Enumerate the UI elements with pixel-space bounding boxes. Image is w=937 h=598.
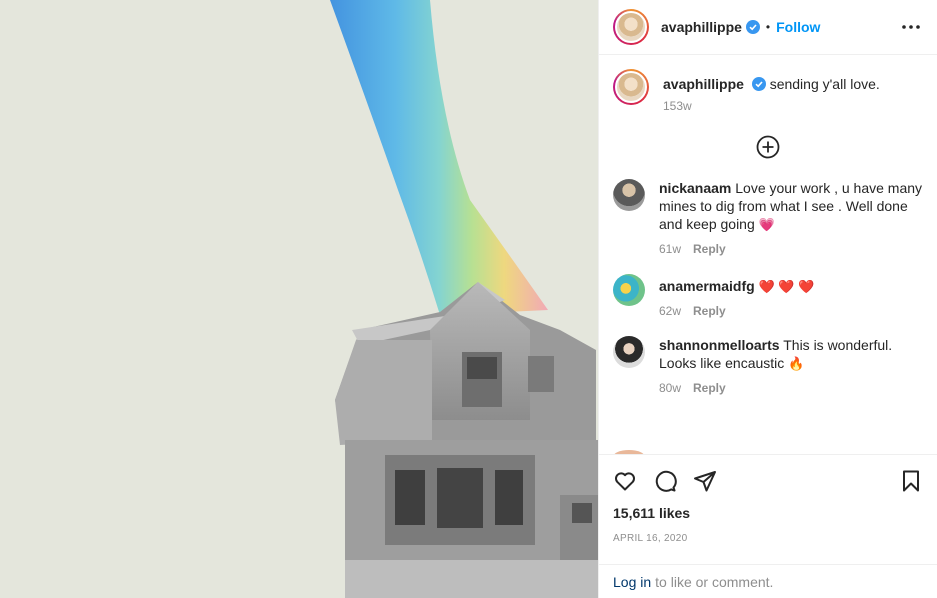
- caption-avatar[interactable]: [613, 69, 649, 105]
- caption-username[interactable]: avaphillippe: [663, 76, 744, 92]
- caption-age: 153w: [663, 99, 692, 113]
- likes-count[interactable]: 15,611 likes: [613, 505, 923, 521]
- bookmark-icon[interactable]: [899, 469, 923, 493]
- post-header: avaphillippe • Follow: [599, 0, 937, 55]
- reply-button[interactable]: Reply: [693, 304, 726, 318]
- post-side-panel: avaphillippe • Follow avaphillippe sendi…: [598, 0, 937, 598]
- comment-icon[interactable]: [653, 469, 677, 493]
- separator-dot: •: [765, 20, 771, 34]
- caption: avaphillippe sending y'all love. 153w: [613, 69, 923, 113]
- caption-text: sending y'all love.: [769, 76, 880, 92]
- comment-item: nickanaam Love your work , u have many m…: [613, 179, 923, 256]
- comment-emoji: ❤️ ❤️ ❤️: [758, 279, 815, 294]
- author-info: avaphillippe • Follow: [661, 19, 820, 35]
- comment-age: 80w: [659, 381, 682, 395]
- next-comment-avatar-peek: [613, 450, 645, 454]
- comment-item: shannonmelloarts This is wonderful. Look…: [613, 336, 923, 395]
- comment-age: 62w: [659, 304, 682, 318]
- rainbow-house-drawing: [0, 0, 598, 598]
- comment-emoji: 🔥: [788, 356, 805, 371]
- login-prompt: Log in to like or comment.: [599, 564, 937, 598]
- author-avatar[interactable]: [613, 9, 649, 45]
- author-username[interactable]: avaphillippe: [661, 19, 742, 35]
- comment-username[interactable]: shannonmelloarts: [659, 337, 780, 353]
- comment-username[interactable]: nickanaam: [659, 180, 731, 196]
- comments-list[interactable]: avaphillippe sending y'all love. 153w ni…: [599, 55, 937, 454]
- verified-badge-icon: [751, 77, 766, 91]
- post-actions: 15,611 likes APRIL 16, 2020: [599, 454, 937, 564]
- comment-age: 61w: [659, 242, 682, 256]
- more-horizontal-icon[interactable]: [899, 15, 923, 39]
- reply-button[interactable]: Reply: [693, 242, 726, 256]
- plus-circle-icon: [756, 135, 780, 159]
- verified-badge-icon: [745, 20, 760, 34]
- comment-username[interactable]: anamermaidfg: [659, 278, 755, 294]
- login-prompt-text: to like or comment.: [655, 573, 774, 590]
- comment-item: anamermaidfg ❤️ ❤️ ❤️ 62w Reply: [613, 274, 923, 318]
- follow-button[interactable]: Follow: [776, 19, 820, 35]
- post-date: APRIL 16, 2020: [613, 533, 688, 544]
- commenter-avatar[interactable]: [613, 274, 645, 306]
- login-link[interactable]: Log in: [613, 574, 651, 590]
- heart-icon[interactable]: [613, 469, 637, 493]
- share-icon[interactable]: [693, 469, 717, 493]
- commenter-avatar[interactable]: [613, 336, 645, 368]
- comment-emoji: 💗: [758, 217, 775, 232]
- post-image[interactable]: [0, 0, 598, 598]
- instagram-post: avaphillippe • Follow avaphillippe sendi…: [0, 0, 937, 598]
- commenter-avatar[interactable]: [613, 179, 645, 211]
- reply-button[interactable]: Reply: [693, 381, 726, 395]
- load-more-comments-button[interactable]: [613, 135, 923, 159]
